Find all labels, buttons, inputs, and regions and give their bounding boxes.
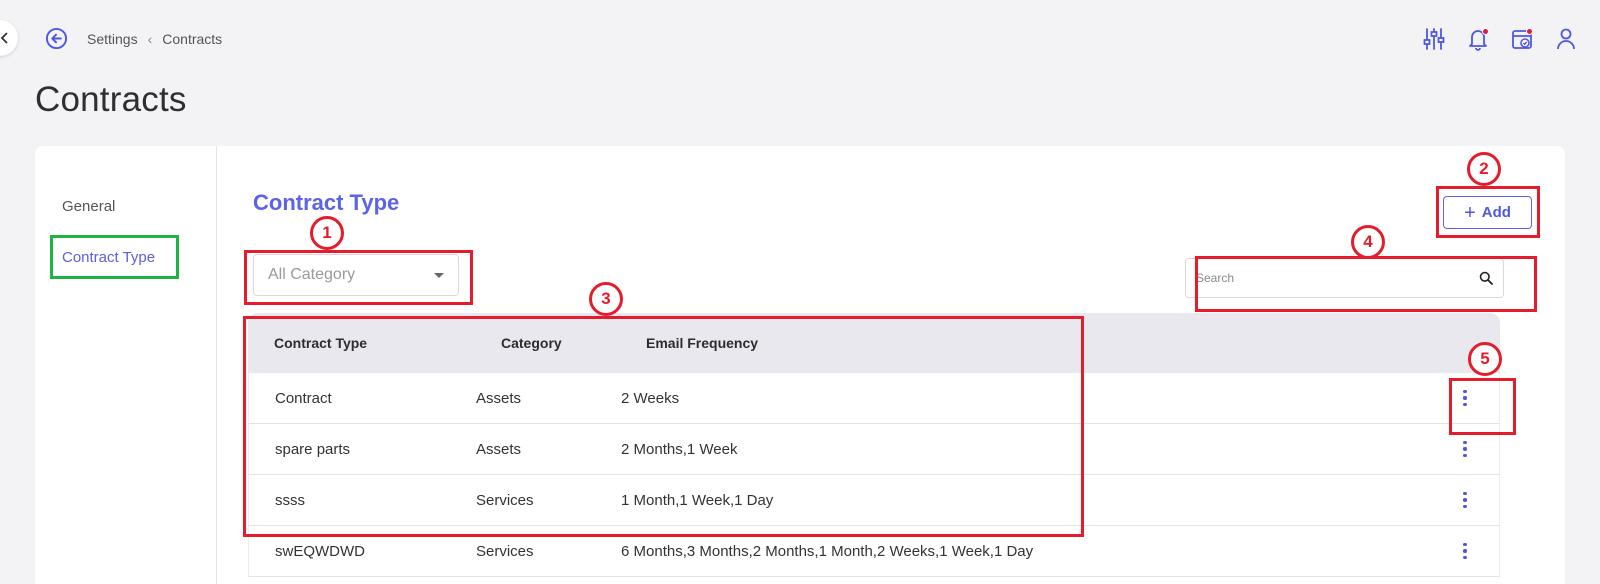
more-vertical-icon[interactable] <box>1463 491 1467 509</box>
annotation-number-2: 2 <box>1467 152 1501 186</box>
annotation-box-1 <box>244 250 473 305</box>
page-title: Contracts <box>35 80 187 119</box>
more-vertical-icon[interactable] <box>1463 440 1467 458</box>
annotation-number-5: 5 <box>1468 342 1502 376</box>
cell-email-frequency: 6 Months,3 Months,2 Months,1 Month,2 Wee… <box>621 542 1034 560</box>
side-nav-item-general[interactable]: General <box>62 198 115 215</box>
cell-category: Services <box>476 542 534 560</box>
chevron-left-icon: ‹ <box>147 31 153 47</box>
profile-button[interactable] <box>1554 26 1578 52</box>
user-icon <box>1557 28 1575 50</box>
annotation-box-5 <box>1449 378 1516 435</box>
annotation-green-box <box>50 235 179 279</box>
breadcrumb-settings-link[interactable]: Settings <box>87 31 138 47</box>
annotation-number-1: 1 <box>310 216 344 250</box>
annotation-number-3: 3 <box>589 282 623 316</box>
breadcrumb: Settings ‹ Contracts <box>87 31 222 47</box>
more-vertical-icon[interactable] <box>1463 542 1467 560</box>
top-toolbar <box>1422 26 1578 52</box>
annotation-box-3 <box>243 316 1084 537</box>
breadcrumb-current: Contracts <box>162 31 223 47</box>
annotation-box-4 <box>1195 256 1537 312</box>
notification-badge <box>1482 28 1489 35</box>
settings-side-nav: General Contract Type <box>35 146 217 584</box>
annotation-number-4: 4 <box>1351 225 1385 259</box>
annotation-box-2 <box>1436 186 1540 238</box>
notifications-button[interactable] <box>1466 26 1490 52</box>
cell-contract-type: swEQWDWD <box>275 542 365 560</box>
filter-sliders-icon <box>1423 28 1445 50</box>
collapse-sidebar-button[interactable] <box>0 20 18 56</box>
chevron-left-icon <box>0 32 8 44</box>
filter-sliders-button[interactable] <box>1422 26 1446 52</box>
section-title: Contract Type <box>253 190 400 215</box>
back-arrow-icon[interactable] <box>45 27 68 50</box>
calendar-button[interactable] <box>1510 26 1534 52</box>
calendar-badge <box>1526 28 1533 35</box>
